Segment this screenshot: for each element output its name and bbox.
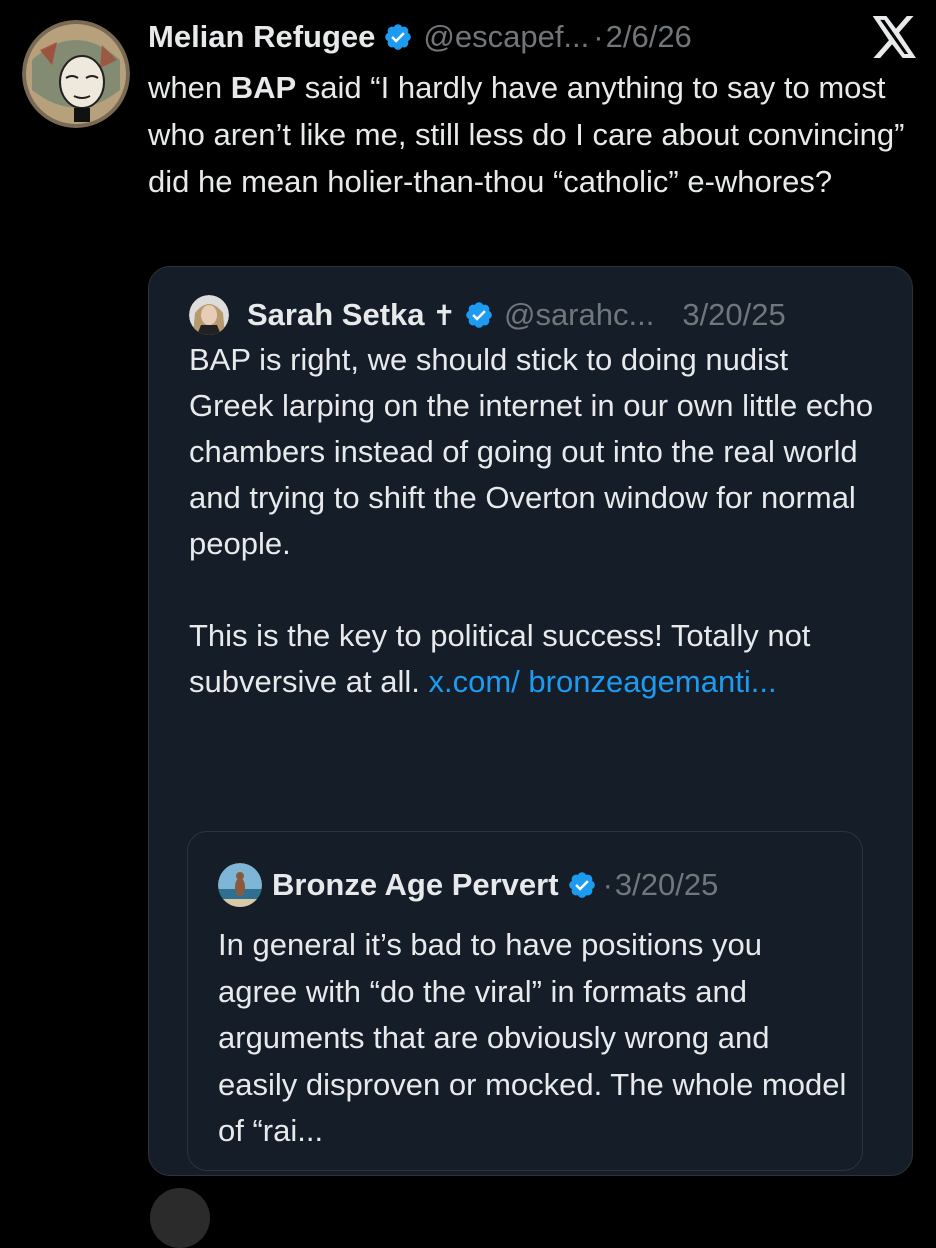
next-tweet-avatar[interactable] xyxy=(150,1188,210,1248)
tweet-date[interactable]: 2/6/26 xyxy=(606,19,692,55)
x-logo-icon[interactable] xyxy=(872,16,918,58)
quote-tweet-card[interactable]: Sarah Setka ✝ @sarahc... 3/20/25 BAP is … xyxy=(148,266,913,1176)
quote-link[interactable]: x.com/ bronzeagemanti... xyxy=(429,664,777,699)
nested-quote-card[interactable]: Bronze Age Pervert · 3/20/25 In general … xyxy=(187,831,863,1171)
author-handle[interactable]: @escapef... xyxy=(423,19,589,55)
verified-badge-icon xyxy=(464,300,494,330)
verified-badge-icon xyxy=(567,870,597,900)
tweet-header: Melian Refugee @escapef... · 2/6/26 xyxy=(148,14,916,60)
quote-text: BAP is right, we should stick to doing n… xyxy=(189,337,879,705)
tweet-text: when BAP said “I hardly have anything to… xyxy=(148,64,918,205)
author-name[interactable]: Melian Refugee xyxy=(148,19,375,55)
date-separator: · xyxy=(602,867,613,902)
quote-author-name[interactable]: Sarah Setka xyxy=(247,297,425,333)
quote-date[interactable]: 3/20/25 xyxy=(682,297,785,333)
tweet-text-prefix: when xyxy=(148,70,231,105)
quote-paragraph-2: This is the key to political success! To… xyxy=(189,613,879,705)
date-separator: · xyxy=(593,19,604,54)
nested-quote-avatar[interactable] xyxy=(218,863,262,907)
nested-quote-header: Bronze Age Pervert · 3/20/25 xyxy=(218,862,848,908)
nested-quote-date[interactable]: 3/20/25 xyxy=(615,867,718,903)
nested-quote-text: In general it’s bad to have positions yo… xyxy=(218,927,847,1148)
tweet-text-bold: BAP xyxy=(230,70,297,105)
cross-emoji: ✝ xyxy=(432,299,456,331)
quote-avatar[interactable] xyxy=(189,295,229,335)
quote-header: Sarah Setka ✝ @sarahc... 3/20/25 xyxy=(189,293,892,337)
nested-quote-author-name[interactable]: Bronze Age Pervert xyxy=(272,867,559,903)
quote-paragraph-1: BAP is right, we should stick to doing n… xyxy=(189,342,874,561)
avatar[interactable] xyxy=(22,20,130,128)
quote-author-handle[interactable]: @sarahc... xyxy=(504,297,654,333)
verified-badge-icon xyxy=(383,22,413,52)
